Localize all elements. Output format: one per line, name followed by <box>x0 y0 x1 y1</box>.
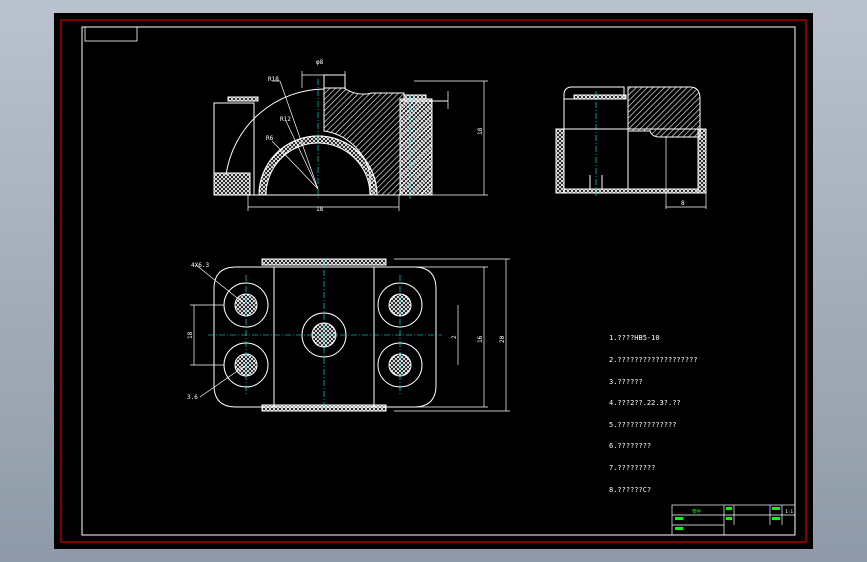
note-line: 1.????HB5-10 <box>609 334 660 343</box>
side-view <box>555 86 707 209</box>
title-block <box>671 504 796 536</box>
dim-height-total: 18 <box>477 127 484 135</box>
note-line: 4.???2??.22.3?.?? <box>609 399 681 408</box>
dim-right-tab: 8 <box>681 200 685 207</box>
note-line: 6.???????? <box>609 442 652 451</box>
dim-radius-inner: R6 <box>266 135 274 142</box>
dim-radius-mid: R12 <box>280 116 291 123</box>
dim-plan-hole-small: 3.6 <box>187 394 198 401</box>
note-line: 3.?????? <box>609 377 643 386</box>
note-line: 2.??????????????????? <box>609 356 698 365</box>
front-right-section <box>323 74 346 89</box>
title-block-name: 零件 <box>692 508 701 515</box>
dim-plan-span-left: 18 <box>187 331 194 339</box>
front-view <box>213 71 488 211</box>
dim-plan-hole-large: 4X6.3 <box>191 262 209 269</box>
note-line: 5.?????????????? <box>609 420 677 429</box>
drawing-sheet: φ8 R18 R12 R6 18 18 8 4X6.3 3.6 18 2 16 … <box>54 13 813 549</box>
corner-label-box <box>84 26 138 42</box>
dim-plan-span-a: 2 <box>451 335 458 339</box>
dim-top-width: φ8 <box>316 59 324 66</box>
technical-notes: 1.????HB5-10 2.??????????????????? 3.???… <box>609 321 698 501</box>
title-block-scale: 1:1 <box>785 509 793 515</box>
note-line: 8.??????C? <box>609 485 652 494</box>
dim-plan-span-c: 20 <box>499 335 506 343</box>
note-line: 7.????????? <box>609 464 656 473</box>
cad-drawing: φ8 R18 R12 R6 18 18 8 4X6.3 3.6 18 2 16 … <box>60 19 807 543</box>
dim-base-width: 18 <box>316 206 324 213</box>
dim-plan-span-b: 16 <box>477 335 484 343</box>
dim-radius-outer: R18 <box>268 76 279 83</box>
front-left-foot-hatch <box>213 172 251 196</box>
